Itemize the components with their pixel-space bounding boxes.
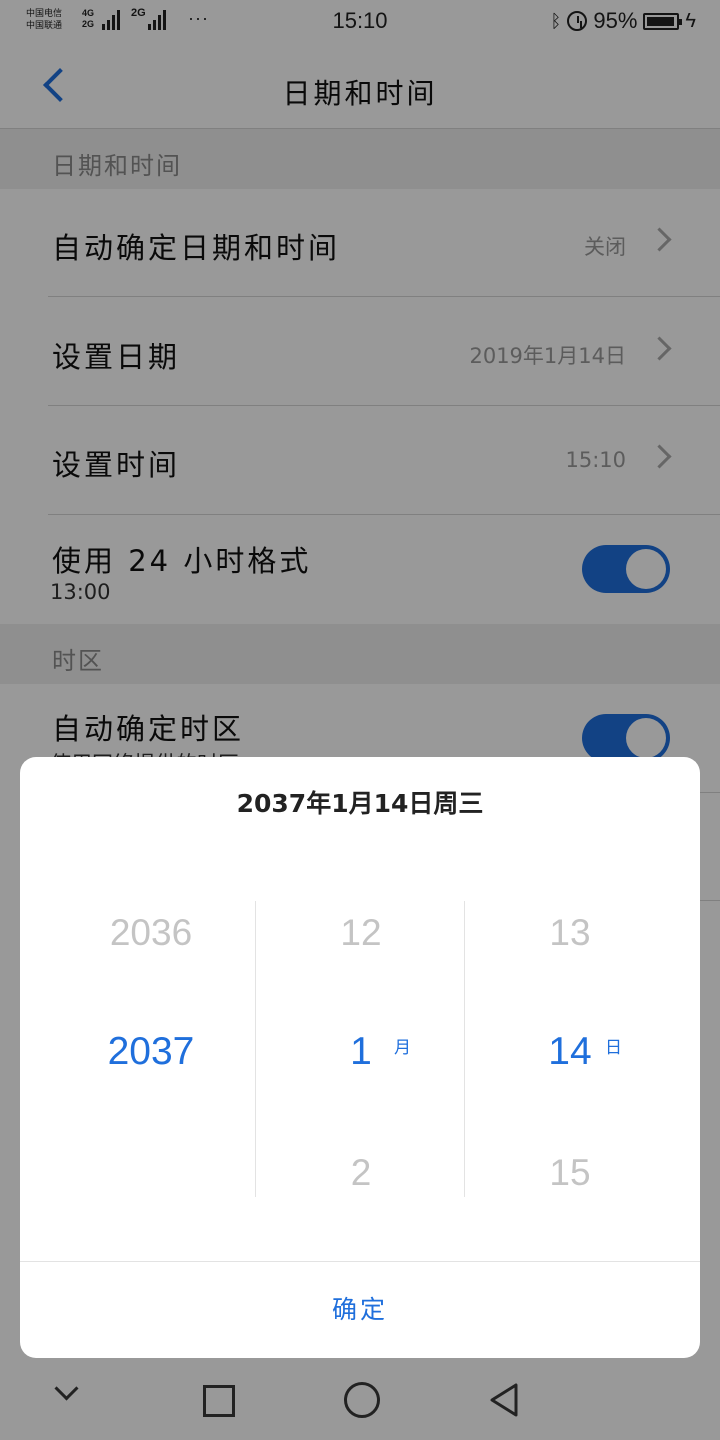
dialog-title: 2037年1月14日周三 [236,789,484,818]
nav-recents-icon[interactable] [203,1385,235,1417]
day-selected[interactable]: 14 [457,1030,683,1074]
year-wheel[interactable]: 2036 2037 [38,901,264,1197]
year-selected[interactable]: 2037 [38,1030,264,1074]
date-picker-dialog: 2037年1月14日周三 2036 2037 12 1 月 2 13 14 日 … [20,757,700,1358]
month-next[interactable]: 2 [248,1152,474,1194]
confirm-button[interactable]: 确定 [20,1262,700,1358]
month-prev[interactable]: 12 [248,912,474,954]
month-unit: 月 [394,1038,411,1058]
month-wheel[interactable]: 12 1 月 2 [248,901,474,1197]
day-next[interactable]: 15 [457,1152,683,1194]
day-prev[interactable]: 13 [457,912,683,954]
month-selected[interactable]: 1 [248,1030,474,1074]
year-prev[interactable]: 2036 [38,912,264,954]
nav-down-icon[interactable] [54,1376,79,1401]
settings-page: 中国电信 中国联通 4G 2G 2G ··· 15:10 ᛒ 95% ϟ 日期和… [0,0,720,1440]
system-nav-bar [0,1358,720,1440]
nav-home-icon[interactable] [344,1382,380,1418]
day-wheel[interactable]: 13 14 日 15 [457,901,683,1197]
nav-back-icon[interactable] [488,1382,522,1418]
day-unit: 日 [605,1038,622,1058]
